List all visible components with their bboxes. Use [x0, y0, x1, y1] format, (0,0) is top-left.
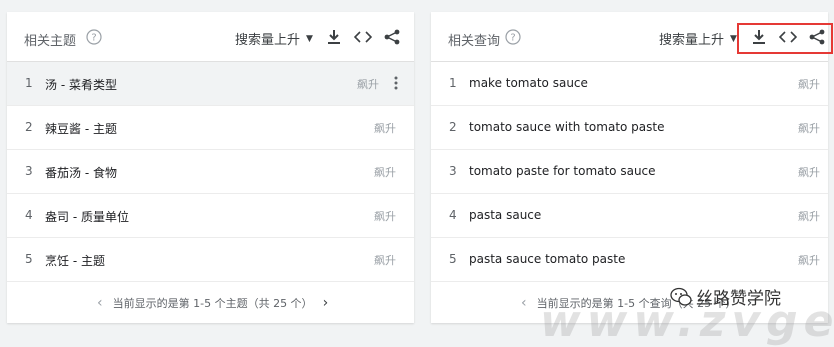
row-label[interactable]: 番茄汤 - 食物: [45, 164, 117, 181]
list-item[interactable]: 2 tomato sauce with tomato paste 飙升: [431, 106, 828, 150]
row-rank: 5: [449, 252, 457, 266]
more-vert-icon[interactable]: [393, 75, 399, 91]
row-rank: 4: [449, 208, 457, 222]
sort-select-label: 搜索量上升: [659, 33, 725, 48]
sort-select[interactable]: 搜索量上升 ▼: [659, 29, 737, 48]
list-item[interactable]: 3 tomato paste for tomato sauce 飙升: [431, 150, 828, 194]
related-queries-list: 1 make tomato sauce 飙升 2 tomato sauce wi…: [431, 62, 828, 282]
row-rank: 4: [25, 208, 33, 222]
dropdown-caret-icon: ▼: [730, 33, 737, 44]
sort-select[interactable]: 搜索量上升 ▼: [235, 29, 313, 48]
pagination: ‹ 当前显示的是第 1-5 个主题（共 25 个） ›: [97, 295, 328, 311]
list-item[interactable]: 5 烹饪 - 主题 飙升: [7, 238, 414, 282]
row-surge: 飙升: [357, 78, 379, 91]
row-surge: 飙升: [374, 166, 396, 179]
watermark: 丝路赞学院: [670, 284, 781, 309]
list-item[interactable]: 4 pasta sauce 飙升: [431, 194, 828, 238]
row-surge: 飙升: [798, 78, 820, 91]
row-rank: 2: [449, 120, 457, 134]
download-icon[interactable]: [749, 27, 769, 47]
row-surge: 飙升: [374, 210, 396, 223]
related-queries-title: 相关查询: [448, 34, 501, 49]
related-topics-title: 相关主题: [24, 34, 77, 49]
row-surge: 飙升: [374, 254, 396, 267]
download-icon[interactable]: [324, 27, 344, 47]
row-label[interactable]: 汤 - 菜肴类型: [45, 76, 117, 93]
row-label[interactable]: pasta sauce tomato paste: [469, 252, 625, 266]
row-rank: 1: [449, 76, 457, 90]
code-icon[interactable]: [778, 27, 798, 47]
chevron-right-icon[interactable]: ›: [323, 296, 329, 310]
row-label[interactable]: 辣豆酱 - 主题: [45, 120, 117, 137]
svg-text:?: ?: [510, 33, 515, 44]
svg-text:?: ?: [91, 33, 96, 44]
row-surge: 飙升: [798, 166, 820, 179]
row-rank: 5: [25, 252, 33, 266]
row-rank: 2: [25, 120, 33, 134]
chevron-left-icon[interactable]: ‹: [521, 296, 527, 310]
help-icon[interactable]: ?: [86, 29, 102, 45]
row-rank: 1: [25, 76, 33, 90]
dropdown-caret-icon: ▼: [306, 33, 313, 44]
watermark-name: 丝路赞学院: [696, 289, 781, 309]
help-icon[interactable]: ?: [505, 29, 521, 45]
pagination-footer: ‹ 当前显示的是第 1-5 个主题（共 25 个） ›: [7, 278, 414, 323]
chevron-left-icon[interactable]: ‹: [97, 296, 103, 310]
wechat-icon: [670, 287, 692, 306]
related-queries-card: 相关查询 ? 搜索量上升 ▼ 1 make tomato sauce 飙升 2 …: [431, 12, 833, 323]
row-rank: 3: [25, 164, 33, 178]
list-item[interactable]: 2 辣豆酱 - 主题 飙升: [7, 106, 414, 150]
share-icon[interactable]: [382, 27, 402, 47]
row-surge: 飙升: [798, 122, 820, 135]
code-icon[interactable]: [353, 27, 373, 47]
row-label[interactable]: 盎司 - 质量单位: [45, 208, 129, 225]
row-surge: 飙升: [798, 254, 820, 267]
row-rank: 3: [449, 164, 457, 178]
row-label[interactable]: pasta sauce: [469, 208, 541, 222]
row-surge: 飙升: [798, 210, 820, 223]
sort-select-label: 搜索量上升: [235, 33, 301, 48]
related-topics-header: 相关主题 ? 搜索量上升 ▼: [7, 12, 414, 62]
related-topics-list: 1 汤 - 菜肴类型 飙升 2 辣豆酱 - 主题 飙升 3 番茄汤 - 食物 飙…: [7, 62, 414, 282]
row-label[interactable]: tomato paste for tomato sauce: [469, 164, 656, 178]
share-icon[interactable]: [807, 27, 827, 47]
pagination-text: 当前显示的是第 1-5 个主题（共 25 个）: [112, 297, 313, 310]
list-item[interactable]: 1 make tomato sauce 飙升: [431, 62, 828, 106]
row-label[interactable]: make tomato sauce: [469, 76, 588, 90]
list-item[interactable]: 3 番茄汤 - 食物 飙升: [7, 150, 414, 194]
row-surge: 飙升: [374, 122, 396, 135]
list-item[interactable]: 4 盎司 - 质量单位 飙升: [7, 194, 414, 238]
list-item[interactable]: 5 pasta sauce tomato paste 飙升: [431, 238, 828, 282]
related-topics-card: 相关主题 ? 搜索量上升 ▼ 1 汤 - 菜肴类型 飙升 2 辣豆酱 - 主题 …: [7, 12, 414, 323]
list-item[interactable]: 1 汤 - 菜肴类型 飙升: [7, 62, 414, 106]
row-label[interactable]: tomato sauce with tomato paste: [469, 120, 665, 134]
row-label[interactable]: 烹饪 - 主题: [45, 252, 105, 269]
related-queries-header: 相关查询 ? 搜索量上升 ▼: [431, 12, 833, 62]
